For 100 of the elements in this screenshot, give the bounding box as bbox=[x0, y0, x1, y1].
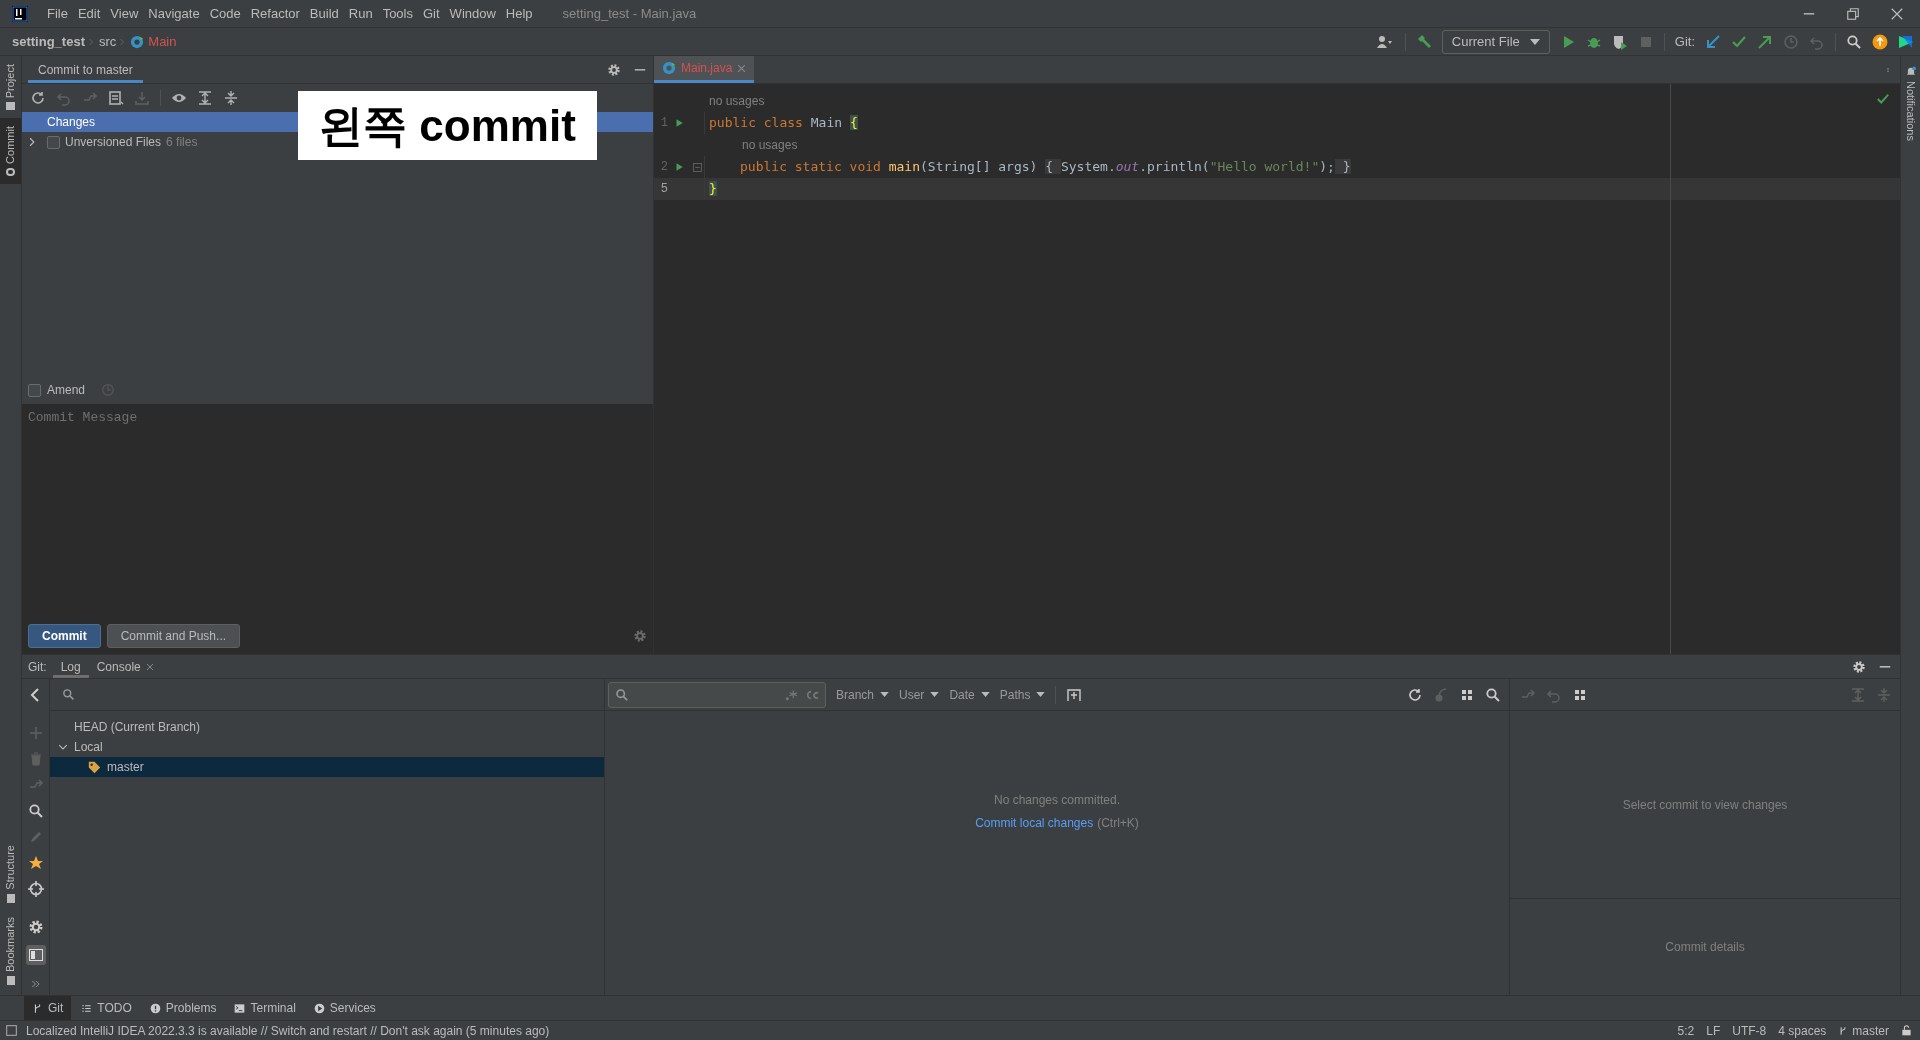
target-icon[interactable] bbox=[27, 881, 44, 897]
bottom-tool-tab[interactable]: Problems bbox=[141, 996, 225, 1020]
chevron-right-icon[interactable] bbox=[27, 137, 37, 147]
settings-icon[interactable] bbox=[607, 62, 621, 77]
menu-item[interactable]: Git bbox=[418, 3, 445, 24]
annotation-label: 왼쪽 commit bbox=[298, 91, 597, 160]
lock-icon[interactable] bbox=[1901, 1025, 1912, 1036]
run-gutter-icon[interactable] bbox=[674, 161, 684, 173]
new-tab-icon[interactable] bbox=[1066, 686, 1083, 703]
settings-icon[interactable] bbox=[633, 629, 647, 643]
tool-window-tab[interactable]: Structure bbox=[2, 845, 19, 903]
search-icon[interactable] bbox=[1846, 33, 1862, 50]
menu-item[interactable]: Build bbox=[304, 3, 344, 24]
filter-dropdown[interactable]: Paths bbox=[999, 685, 1046, 704]
commit-message-field[interactable]: Commit Message bbox=[22, 404, 653, 618]
tool-window-tab[interactable]: Notifications bbox=[1902, 66, 1919, 141]
tag-icon bbox=[88, 760, 101, 774]
refresh-icon[interactable] bbox=[30, 90, 46, 106]
chevron-down-icon[interactable] bbox=[58, 742, 68, 752]
menu-item[interactable]: Run bbox=[343, 3, 378, 24]
menu-item[interactable]: Edit bbox=[72, 3, 106, 24]
indent-setting[interactable]: 4 spaces bbox=[1778, 1021, 1827, 1040]
layout-icon[interactable] bbox=[6, 1025, 17, 1036]
panel-toggle-button[interactable] bbox=[25, 945, 46, 965]
bottom-tool-tab[interactable]: TODO bbox=[73, 996, 140, 1020]
expand-all-icon[interactable] bbox=[197, 90, 213, 106]
info-icon bbox=[149, 1002, 161, 1014]
tool-window-tab[interactable]: Project bbox=[0, 56, 21, 119]
menu-item[interactable]: Window bbox=[444, 3, 501, 24]
menu-item[interactable]: Code bbox=[204, 3, 246, 24]
commit-and-push-button[interactable]: Commit and Push... bbox=[106, 624, 241, 648]
run-config-dropdown[interactable]: Current File bbox=[1441, 29, 1550, 54]
bottom-tool-tab[interactable]: Services bbox=[305, 996, 384, 1020]
refresh-icon[interactable] bbox=[1407, 686, 1423, 703]
line-number: 1 bbox=[659, 115, 668, 132]
diff-icon[interactable] bbox=[108, 90, 124, 106]
usage-hint[interactable]: no usages bbox=[709, 136, 798, 154]
settings-icon[interactable] bbox=[27, 919, 44, 935]
menu-item[interactable]: File bbox=[42, 3, 73, 24]
branch-row[interactable]: HEAD (Current Branch) bbox=[50, 717, 604, 737]
status-message[interactable]: Localized IntelliJ IDEA 2022.3.3 is available // Switch and restart // Don't ask again (5 minutes ago) bbox=[26, 1021, 550, 1040]
tree-row[interactable]: Unversioned Files 6 files bbox=[22, 132, 298, 152]
regex-icon[interactable] bbox=[785, 688, 797, 701]
collapse-all-icon[interactable] bbox=[223, 90, 239, 106]
bottom-tool-tab[interactable]: Git bbox=[24, 996, 72, 1020]
caret-icon bbox=[1529, 38, 1540, 45]
breadcrumb[interactable]: src bbox=[98, 31, 117, 52]
plugin-logo-icon[interactable] bbox=[1898, 33, 1914, 50]
code-text: public class Main { bbox=[709, 114, 858, 133]
file-encoding[interactable]: UTF-8 bbox=[1732, 1021, 1767, 1040]
checkbox[interactable] bbox=[47, 135, 60, 149]
filter-dropdown[interactable]: Branch bbox=[836, 685, 890, 704]
menu-item[interactable]: Tools bbox=[377, 3, 418, 24]
run-gutter-icon[interactable] bbox=[674, 117, 684, 129]
branch-icon bbox=[1838, 1024, 1849, 1037]
commit-button[interactable]: Commit bbox=[28, 624, 101, 648]
branch-widget[interactable]: master bbox=[1838, 1021, 1889, 1040]
tool-tab[interactable]: Console bbox=[88, 655, 162, 678]
caret-position[interactable]: 5:2 bbox=[1677, 1021, 1695, 1040]
search-icon bbox=[615, 687, 629, 702]
more-icon[interactable] bbox=[30, 979, 41, 989]
checkbox-label[interactable]: Amend bbox=[47, 381, 86, 399]
star-icon[interactable] bbox=[27, 855, 44, 871]
close-icon[interactable] bbox=[145, 662, 154, 671]
close-icon[interactable] bbox=[1890, 6, 1904, 21]
branch-row[interactable]: Local bbox=[50, 737, 604, 757]
update-icon[interactable] bbox=[1872, 33, 1888, 50]
checkbox[interactable] bbox=[28, 383, 41, 397]
bottom-tool-tab[interactable]: Terminal bbox=[226, 996, 304, 1020]
breadcrumb[interactable]: setting_test bbox=[12, 31, 85, 52]
code-text: public static void main(String[] args) { System.out.println("Hello world!"); } bbox=[739, 158, 1351, 177]
tool-window-tab[interactable]: Commit bbox=[0, 118, 21, 185]
caret-icon bbox=[880, 692, 890, 697]
tool-tab[interactable]: Log bbox=[52, 655, 89, 678]
usage-hint[interactable]: no usages bbox=[709, 92, 765, 110]
file-count: 6 files bbox=[166, 134, 198, 151]
arrow-down-left-icon[interactable] bbox=[1705, 33, 1721, 50]
menu-item[interactable]: Refactor bbox=[245, 3, 305, 24]
filter-dropdown[interactable]: Date bbox=[949, 685, 990, 704]
panel-tab[interactable]: Commit to master bbox=[28, 56, 143, 83]
arrow-up-right-icon[interactable] bbox=[1757, 33, 1773, 50]
restore-icon[interactable] bbox=[1846, 6, 1860, 21]
class-icon[interactable] bbox=[130, 34, 145, 49]
log-search-field[interactable] bbox=[608, 681, 826, 708]
search-icon[interactable] bbox=[62, 688, 75, 701]
menu-item[interactable]: Navigate bbox=[143, 3, 205, 24]
shield-run-icon[interactable] bbox=[1611, 33, 1628, 50]
branch-row[interactable]: master bbox=[50, 757, 604, 777]
branch-label: Local bbox=[74, 739, 103, 756]
line-separator[interactable]: LF bbox=[1706, 1021, 1721, 1040]
menu-item[interactable]: Help bbox=[500, 3, 538, 24]
match-case-icon[interactable] bbox=[805, 688, 819, 701]
class-icon bbox=[662, 61, 676, 75]
search-icon[interactable] bbox=[27, 803, 44, 819]
commit-link[interactable]: Commit local changes bbox=[975, 814, 1094, 832]
filter-dropdown[interactable]: User bbox=[899, 685, 940, 704]
search-icon[interactable] bbox=[1485, 686, 1501, 703]
fold-icon[interactable] bbox=[692, 162, 702, 172]
tool-window-tab[interactable]: Bookmarks bbox=[2, 916, 19, 985]
menu-item[interactable]: View bbox=[105, 3, 144, 24]
